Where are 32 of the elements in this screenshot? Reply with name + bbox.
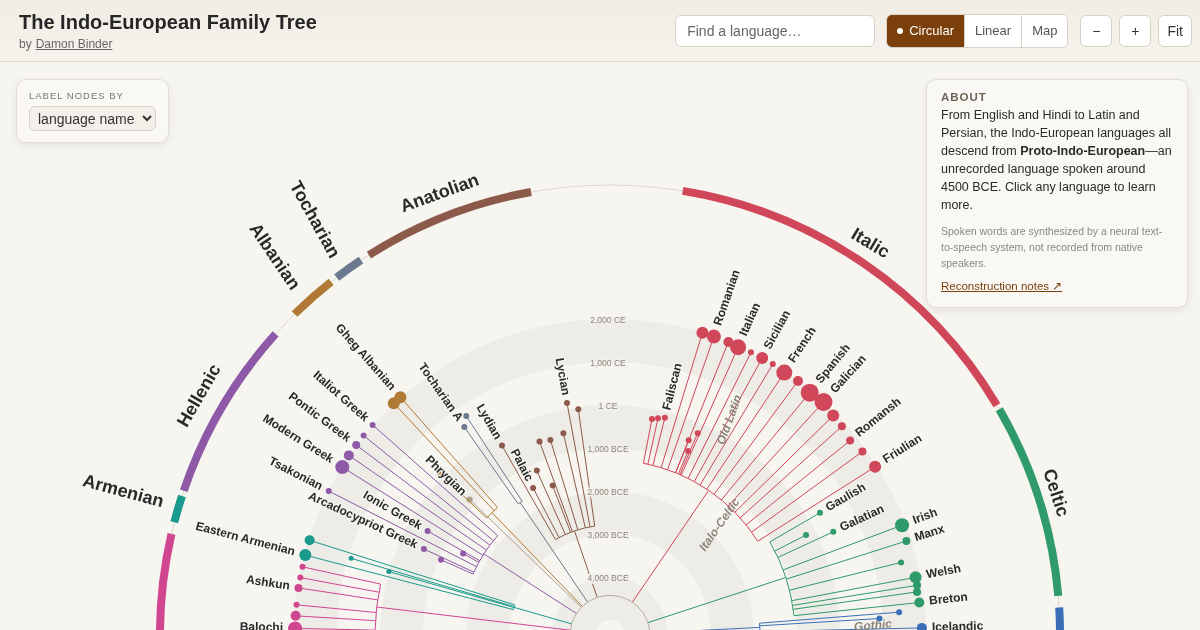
time-tick-label: 3,000 BCE (587, 530, 629, 540)
time-tick-label: 1,000 BCE (587, 444, 629, 454)
zoom-in-button[interactable]: + (1119, 14, 1152, 47)
language-label[interactable]: Welsh (924, 561, 963, 582)
branch-label: Italic (847, 223, 894, 263)
author-link[interactable]: Damon Binder (35, 36, 113, 51)
panel-heading: LABEL NODES BY (29, 90, 125, 101)
about-note: Spoken words are synthesized by a neural text-to-speech system, not recorded from native speakers. (941, 224, 1164, 271)
clade-label: Gothic (853, 616, 893, 630)
search-field[interactable]: Find a language… (675, 14, 876, 47)
view-tab[interactable]: Circular (887, 14, 964, 47)
clade-label: Old Latin (713, 392, 745, 447)
time-tick-label: 2,000 CE (590, 315, 626, 325)
language-label[interactable]: Icelandic (931, 618, 984, 630)
view-tab[interactable]: Map (1021, 14, 1068, 47)
language-label[interactable]: Ashkun (245, 572, 291, 593)
about-heading: ABOUT (941, 91, 988, 103)
about-text: From English and Hindi to Latin and Persian, the Indo-European languages all descend from Proto-Indo-European—an unrecorded language spoken around 4500 BCE. Click any language to learn more. (941, 107, 1173, 214)
language-label[interactable]: Breton (928, 589, 969, 608)
language-label[interactable]: Irish (910, 504, 940, 527)
zoom-out-button[interactable]: − (1080, 14, 1113, 47)
page-title: The Indo-European Family Tree (19, 10, 318, 34)
view-tab[interactable]: Linear (964, 14, 1022, 47)
fit-button[interactable]: Fit (1158, 14, 1192, 47)
language-label[interactable]: Faliscan (659, 361, 685, 412)
language-label[interactable]: Lycian (552, 356, 574, 397)
time-tick-label: 1 CE (598, 401, 618, 411)
notes-link[interactable]: Reconstruction notes ↗ (941, 279, 1063, 293)
byline-text: by (19, 36, 32, 51)
time-tick-label: 1,000 CE (590, 358, 626, 368)
branch-label: Celtic (1039, 466, 1074, 519)
label-select[interactable]: language name (29, 106, 156, 131)
